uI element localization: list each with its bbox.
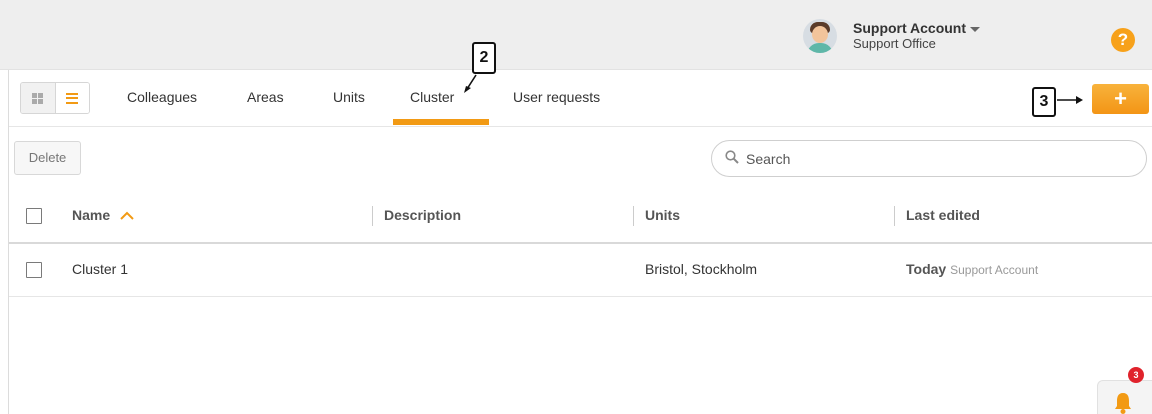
- notification-count-badge: 3: [1128, 367, 1144, 383]
- annotation-arrow-2: [464, 74, 477, 93]
- column-header-last-edited[interactable]: Last edited: [906, 207, 980, 223]
- list-view-icon: [66, 92, 79, 104]
- header-divider: [9, 242, 1152, 244]
- column-separator[interactable]: [372, 206, 373, 226]
- column-header-description[interactable]: Description: [384, 207, 461, 223]
- avatar[interactable]: [803, 19, 837, 53]
- annotation-arrow-3: [1057, 96, 1083, 104]
- list-view-button[interactable]: [54, 83, 89, 113]
- user-info[interactable]: Support Account Support Office: [853, 20, 981, 52]
- row-checkbox[interactable]: [26, 262, 42, 278]
- search-icon: [725, 150, 739, 164]
- tab-user-requests[interactable]: User requests: [513, 89, 600, 105]
- column-header-name[interactable]: Name: [72, 207, 134, 223]
- tab-units[interactable]: Units: [333, 89, 365, 105]
- annotation-marker-2: 2: [472, 42, 496, 74]
- last-edited-by: Support Account: [950, 263, 1039, 277]
- cell-name[interactable]: Cluster 1: [72, 261, 128, 277]
- tab-colleagues[interactable]: Colleagues: [127, 89, 197, 105]
- tab-areas[interactable]: Areas: [247, 89, 284, 105]
- cell-units: Bristol, Stockholm: [645, 261, 758, 277]
- top-header: Support Account Support Office ?: [0, 0, 1152, 70]
- column-header-units[interactable]: Units: [645, 207, 680, 223]
- search-box[interactable]: [711, 140, 1147, 177]
- annotation-marker-3: 3: [1032, 87, 1056, 117]
- tab-cluster[interactable]: Cluster: [410, 89, 454, 105]
- cell-last-edited: Today Support Account: [906, 261, 1038, 277]
- grid-view-icon: [32, 92, 44, 104]
- add-button[interactable]: +: [1092, 84, 1149, 114]
- view-toggle: [20, 82, 90, 114]
- help-icon[interactable]: ?: [1111, 28, 1135, 52]
- column-separator[interactable]: [633, 206, 634, 226]
- search-input[interactable]: [746, 149, 1126, 169]
- row-divider: [9, 296, 1152, 297]
- select-all-checkbox[interactable]: [26, 208, 42, 224]
- grid-view-button[interactable]: [21, 83, 55, 113]
- bell-icon: [1115, 393, 1131, 414]
- column-separator[interactable]: [894, 206, 895, 226]
- notifications-button[interactable]: 3: [1097, 367, 1152, 414]
- sort-ascending-icon[interactable]: [120, 211, 134, 221]
- user-menu[interactable]: Support Account Support Office: [803, 16, 981, 56]
- tab-bar: Colleagues Areas Units Cluster User requ…: [9, 70, 1152, 127]
- active-tab-indicator: [393, 119, 489, 125]
- user-name[interactable]: Support Account: [853, 20, 981, 36]
- user-office: Support Office: [853, 36, 936, 51]
- delete-button[interactable]: Delete: [14, 141, 81, 175]
- caret-down-icon[interactable]: [970, 26, 981, 32]
- last-edited-when: Today: [906, 261, 947, 277]
